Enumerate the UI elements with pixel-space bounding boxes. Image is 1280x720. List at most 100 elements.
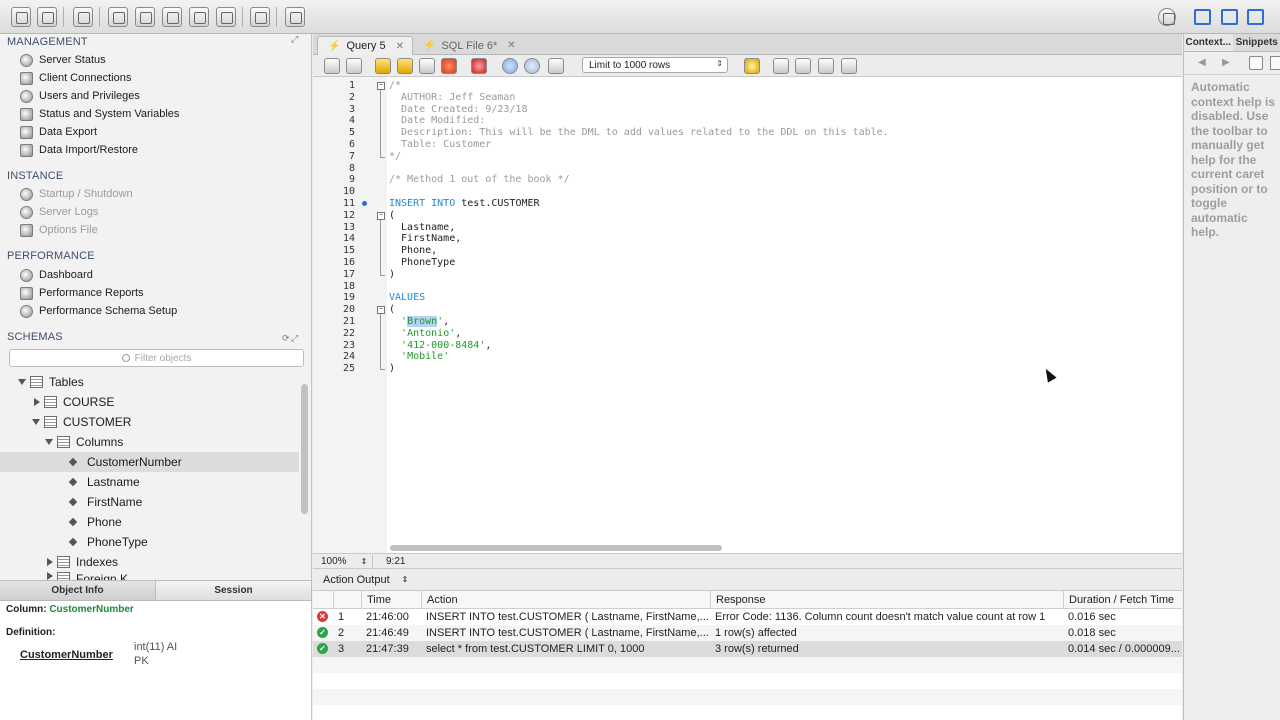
tab-object-info[interactable]: Object Info (0, 581, 156, 600)
code-line[interactable]: 14 FirstName, (313, 233, 1173, 245)
toggle-error-icon[interactable] (471, 58, 487, 74)
nav-performance-schema-setup[interactable]: Performance Schema Setup (20, 303, 177, 319)
collapse-triangle-icon[interactable] (47, 558, 53, 566)
code-line[interactable]: 21 'Brown', (313, 316, 1173, 328)
nav-data-export[interactable]: Data Export (20, 124, 97, 140)
tree-node-indexes[interactable]: Indexes (0, 552, 299, 572)
code-line[interactable]: 22 'Antonio', (313, 328, 1173, 340)
code-line[interactable]: 3 Date Created: 9/23/18 (313, 104, 1173, 116)
col-header-index[interactable] (333, 591, 361, 608)
zoom-select[interactable]: 100% ⇕ (315, 555, 373, 568)
invisible-chars-icon[interactable] (818, 58, 834, 74)
expand-triangle-icon[interactable] (32, 419, 40, 425)
expand-panel-icon[interactable]: ⤢ (291, 34, 298, 45)
collapse-triangle-icon[interactable] (47, 572, 53, 580)
forward-arrow-icon[interactable]: ▶ (1222, 57, 1230, 68)
fold-toggle-icon[interactable]: − (377, 82, 385, 90)
tab-sql-file-6[interactable]: ⚡ SQL File 6* ✕ (413, 36, 524, 55)
schema-refresh-icon[interactable]: ⟳ (282, 333, 290, 344)
manual-help-icon[interactable] (1249, 56, 1263, 70)
execute-statement-icon[interactable] (397, 58, 413, 74)
close-tab-icon[interactable]: ✕ (507, 40, 515, 51)
nav-server-logs[interactable]: Server Logs (20, 204, 98, 220)
expand-panel-icon[interactable]: ⤢ (291, 333, 298, 344)
tree-node-column[interactable]: FirstName (0, 492, 299, 512)
toggle-secondary-sidebar-icon[interactable] (1247, 9, 1264, 25)
tab-session[interactable]: Session (156, 581, 312, 600)
nav-data-import[interactable]: Data Import/Restore (20, 142, 138, 158)
code-line[interactable]: 17) (313, 269, 1173, 281)
filter-objects-input[interactable]: Filter objects (9, 349, 304, 367)
save-icon[interactable] (346, 58, 362, 74)
code-line[interactable]: 24 'Mobile' (313, 351, 1173, 363)
output-row[interactable]: ✓ 2 21:46:49 INSERT INTO test.CUSTOMER ( La… (313, 625, 1182, 641)
expand-triangle-icon[interactable] (45, 439, 53, 445)
nav-server-status[interactable]: Server Status (20, 52, 106, 68)
output-row[interactable]: ✓ 3 21:47:39 select * from test.CUSTOMER LI… (313, 641, 1182, 657)
tree-node-column[interactable]: Phone (0, 512, 299, 532)
code-line[interactable]: 9 /* Method 1 out of the book */ (313, 174, 1173, 186)
create-procedure-icon[interactable] (189, 7, 209, 27)
reconnect-icon[interactable] (285, 7, 305, 27)
code-line[interactable]: 8 (313, 163, 1173, 175)
auto-help-icon[interactable] (1270, 56, 1280, 70)
execute-icon[interactable] (375, 58, 391, 74)
code-line[interactable]: 18 (313, 281, 1173, 293)
stop-icon[interactable] (441, 58, 457, 74)
limit-rows-select[interactable]: Limit to 1000 rows ⇕ (582, 57, 728, 73)
nav-dashboard[interactable]: Dashboard (20, 267, 93, 283)
code-line[interactable]: 10 (313, 186, 1173, 198)
code-line[interactable]: 23 '412-000-8484', (313, 340, 1173, 352)
tree-node-column[interactable]: Lastname (0, 472, 299, 492)
tab-query-5[interactable]: ⚡ Query 5 ✕ (317, 36, 413, 55)
tab-context-help[interactable]: Context... (1184, 34, 1233, 51)
tree-node-columns[interactable]: Columns (0, 432, 299, 452)
tab-snippets[interactable]: Snippets (1233, 34, 1280, 51)
add-snippet-icon[interactable] (744, 58, 760, 74)
tree-node-column[interactable]: PhoneType (0, 532, 299, 552)
find-icon[interactable] (795, 58, 811, 74)
output-select[interactable]: Action Output (323, 574, 390, 586)
fold-toggle-icon[interactable]: − (377, 306, 385, 315)
nav-users-privileges[interactable]: Users and Privileges (20, 88, 140, 104)
autocommit-icon[interactable] (548, 58, 564, 74)
settings-gear-icon[interactable] (1158, 8, 1176, 26)
nav-status-variables[interactable]: Status and System Variables (20, 106, 179, 122)
collapse-triangle-icon[interactable] (34, 398, 40, 406)
code-line[interactable]: 13 Lastname, (313, 222, 1173, 234)
close-tab-icon[interactable]: ✕ (396, 41, 404, 52)
tree-node-customer[interactable]: CUSTOMER (0, 412, 299, 432)
toggle-sidebar-icon[interactable] (1194, 9, 1211, 25)
create-function-icon[interactable] (216, 7, 236, 27)
code-line[interactable]: 15 Phone, (313, 245, 1173, 257)
select-arrows-icon[interactable]: ⇕ (402, 575, 409, 584)
sql-editor[interactable]: 1/* 2 AUTHOR: Jeff Seaman 3 Date Created: … (313, 77, 1182, 553)
toggle-output-icon[interactable] (1221, 9, 1238, 25)
inspector-icon[interactable] (73, 7, 93, 27)
col-header-response[interactable]: Response (710, 591, 1063, 608)
code-line[interactable]: 4 Date Modified: (313, 115, 1173, 127)
code-line[interactable]: 6 Table: Customer (313, 139, 1173, 151)
editor-horizontal-scrollbar[interactable] (390, 545, 722, 551)
col-header-duration[interactable]: Duration / Fetch Time (1063, 591, 1182, 608)
code-line[interactable]: 11 INSERT INTO test.CUSTOMER (313, 198, 1173, 210)
fold-toggle-icon[interactable]: − (377, 211, 385, 220)
col-header-action[interactable]: Action (421, 591, 710, 608)
wrap-lines-icon[interactable] (841, 58, 857, 74)
code-line[interactable]: 1 /* (313, 80, 1173, 92)
tree-node-column[interactable]: CustomerNumber (0, 452, 299, 472)
tree-scrollbar[interactable] (301, 384, 308, 514)
nav-client-connections[interactable]: Client Connections (20, 70, 131, 86)
back-arrow-icon[interactable]: ◀ (1198, 57, 1206, 68)
tree-node-course[interactable]: COURSE (0, 392, 299, 412)
code-line[interactable]: 7 */ (313, 151, 1173, 163)
code-line[interactable]: 20 ( (313, 304, 1173, 316)
open-sql-script-icon[interactable] (37, 7, 57, 27)
col-header-status[interactable] (313, 591, 333, 608)
commit-icon[interactable] (502, 58, 518, 74)
nav-options-file[interactable]: Options File (20, 222, 98, 238)
code-line[interactable]: 2 AUTHOR: Jeff Seaman (313, 92, 1173, 104)
open-file-icon[interactable] (324, 58, 340, 74)
nav-startup-shutdown[interactable]: Startup / Shutdown (20, 186, 133, 202)
create-schema-icon[interactable] (108, 7, 128, 27)
